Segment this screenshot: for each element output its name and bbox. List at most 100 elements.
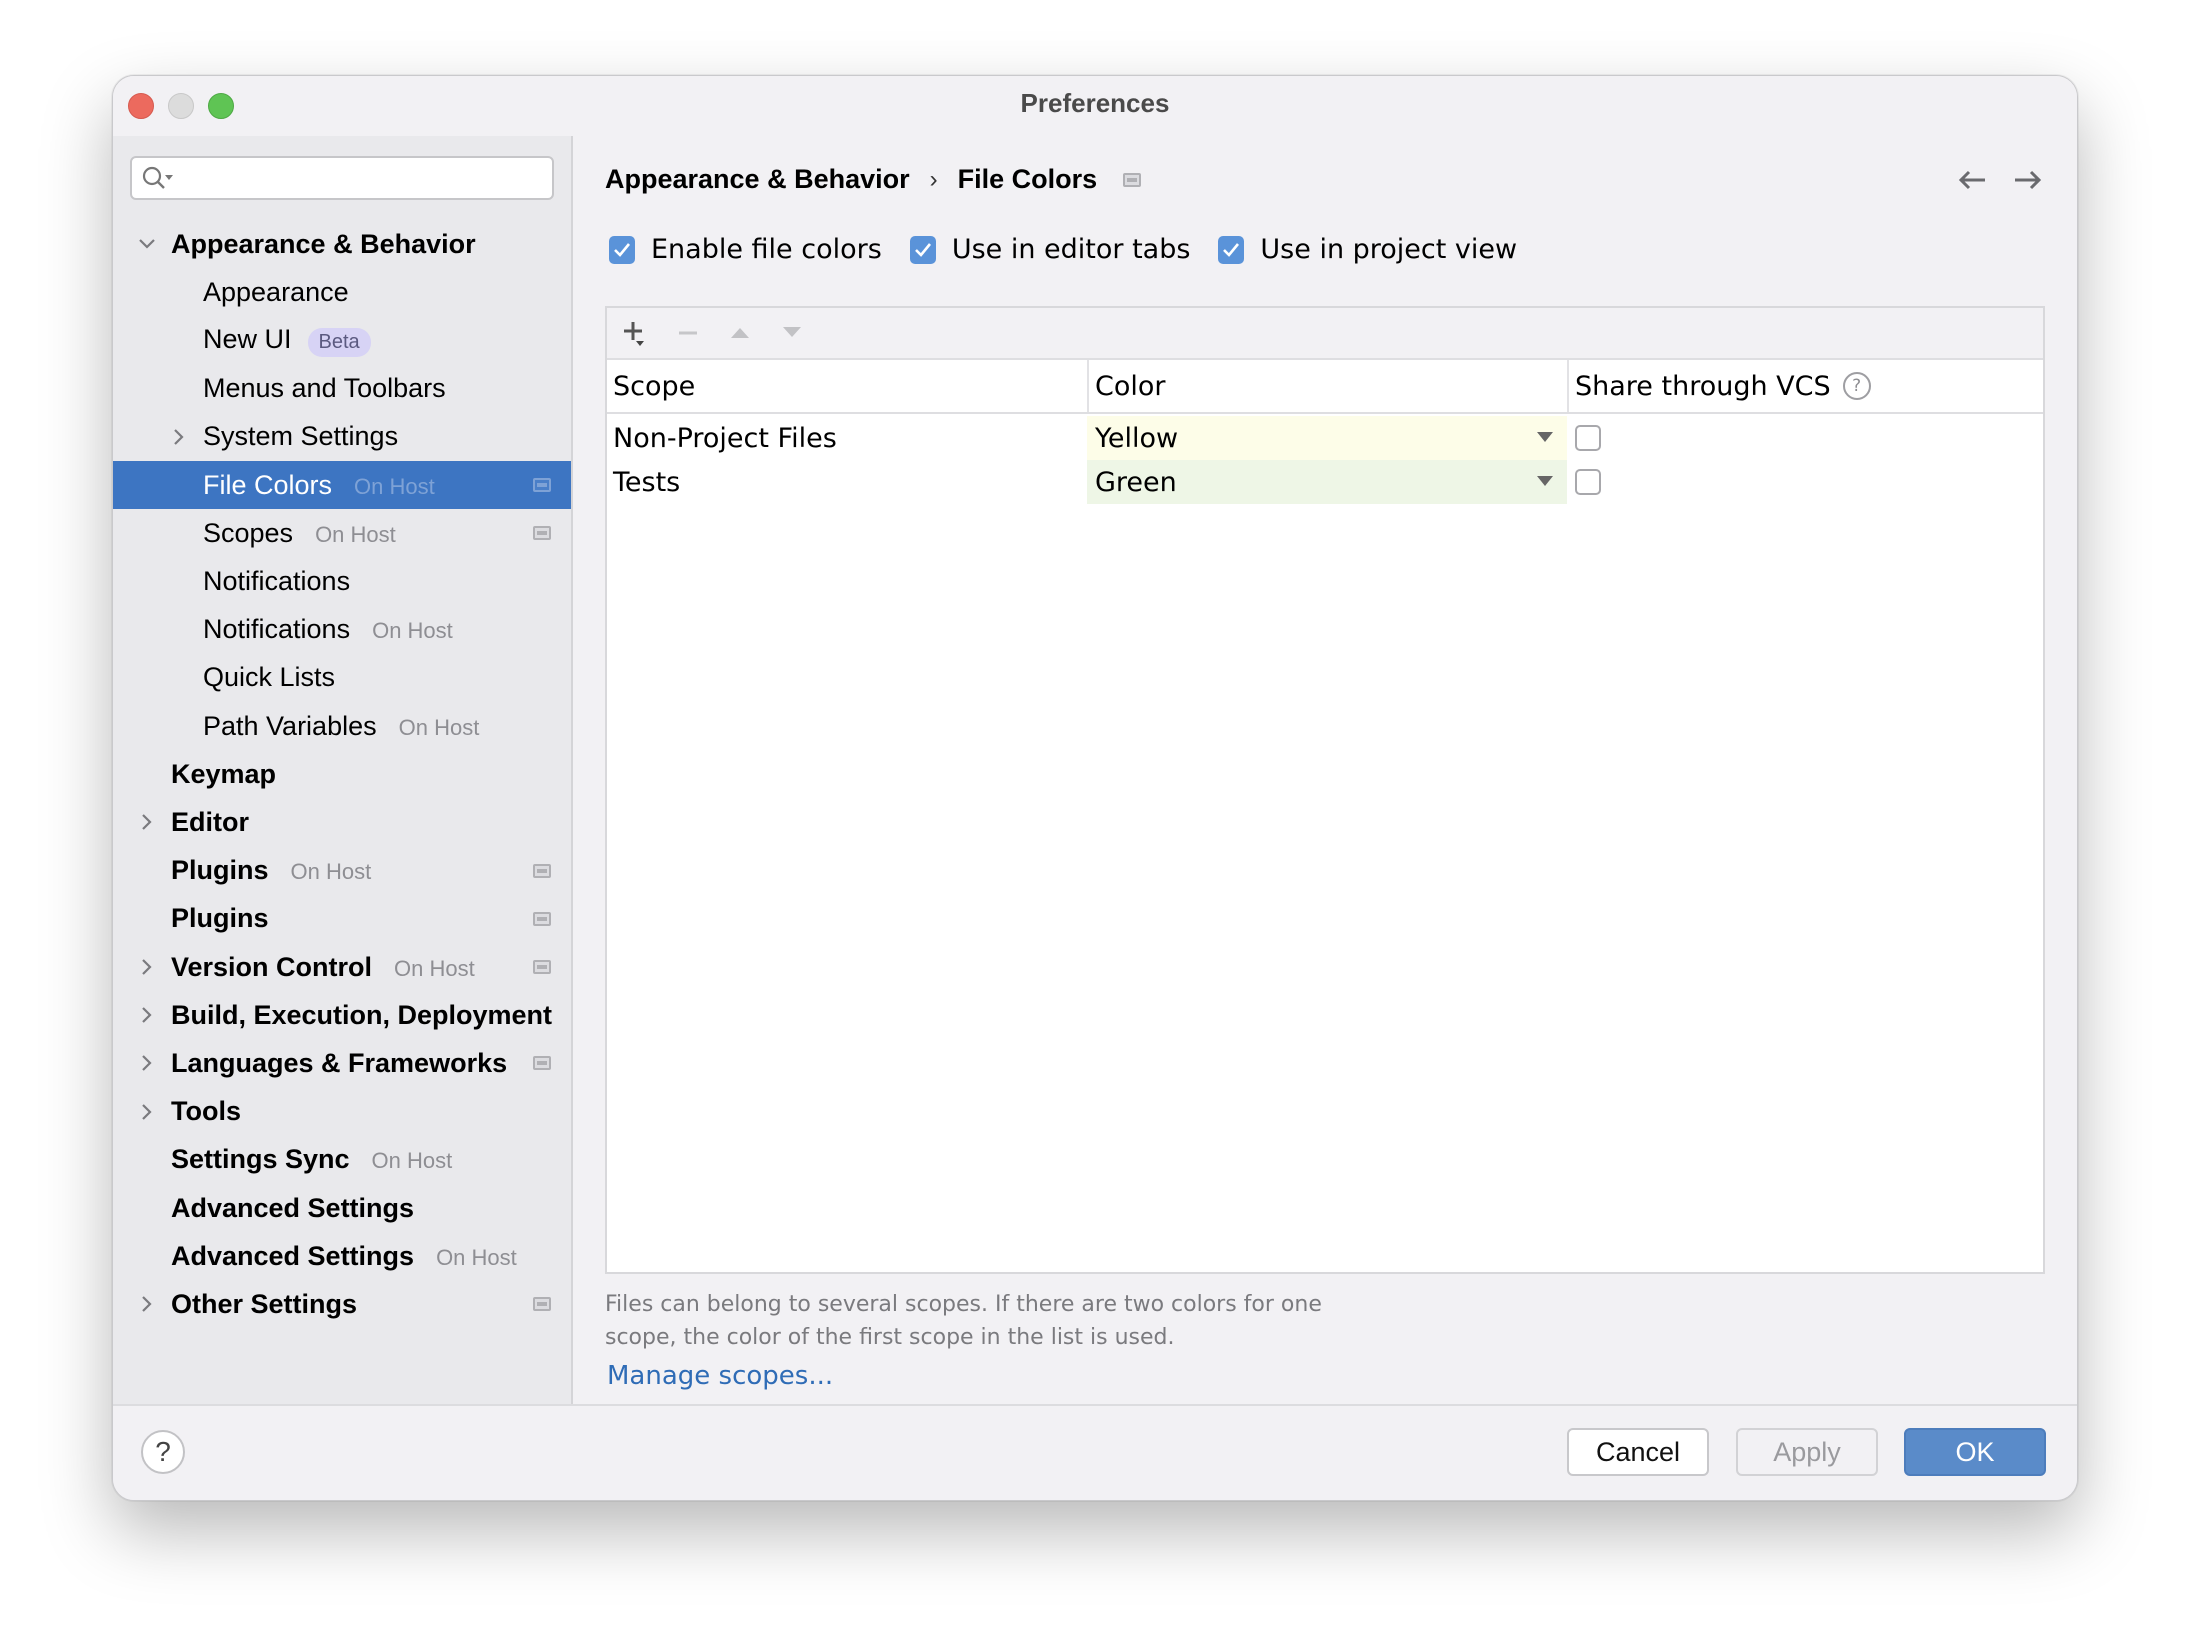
sidebar-item[interactable]: Scopes On Host <box>113 509 571 557</box>
sidebar-item-label: Tools <box>171 1096 241 1127</box>
scope-cell[interactable]: Tests <box>607 460 1087 504</box>
sidebar-item-label: Notifications <box>203 565 351 596</box>
chevron-right-icon[interactable] <box>169 427 189 447</box>
chevron-right-icon[interactable] <box>137 1005 157 1025</box>
on-host-label: On Host <box>315 521 396 547</box>
move-up-icon <box>731 328 749 338</box>
project-level-icon <box>533 478 551 492</box>
sidebar-item[interactable]: Keymap <box>113 750 571 798</box>
manage-scopes-link[interactable]: Manage scopes... <box>607 1361 833 1391</box>
chevron-right-icon[interactable] <box>137 812 157 832</box>
sidebar-item[interactable]: Advanced Settings On Host <box>113 1232 571 1280</box>
sidebar-item[interactable]: Menus and Toolbars <box>113 365 571 413</box>
project-level-icon <box>533 1297 551 1312</box>
sidebar-item-label: Menus and Toolbars <box>203 373 446 404</box>
settings-search-input[interactable] <box>130 156 554 200</box>
apply-button[interactable]: Apply <box>1736 1428 1878 1476</box>
sidebar-item-label: Plugins <box>171 903 269 934</box>
sidebar-item[interactable]: Languages & Frameworks <box>113 1039 571 1087</box>
color-dropdown[interactable]: Green <box>1087 460 1567 504</box>
beta-badge: Beta <box>307 327 371 357</box>
ok-button[interactable]: OK <box>1904 1428 2046 1476</box>
use-in-project-view-checkbox[interactable]: Use in project view <box>1218 234 1517 265</box>
chevron-down-icon[interactable] <box>137 234 157 254</box>
sidebar-item-label: Editor <box>171 806 249 837</box>
table-row[interactable]: Non-Project Files Yellow <box>607 416 2043 460</box>
preferences-window: Preferences Appearance & Behavior Appeara… <box>112 75 2078 1501</box>
table-toolbar <box>607 308 2043 360</box>
column-header-share[interactable]: Share through VCS ? <box>1567 360 2043 412</box>
move-down-icon <box>783 327 801 337</box>
file-color-options: Enable file colors Use in editor tabs Us… <box>609 234 1545 265</box>
sidebar-item-label: Keymap <box>171 758 277 789</box>
enable-file-colors-checkbox[interactable]: Enable file colors <box>609 234 882 265</box>
sidebar-item[interactable]: Plugins <box>113 895 571 943</box>
project-level-icon <box>533 863 551 878</box>
chevron-right-icon[interactable] <box>137 1053 157 1073</box>
sidebar-item-label: Settings Sync <box>171 1144 350 1175</box>
breadcrumb-current: File Colors <box>957 164 1098 194</box>
dropdown-arrow-icon <box>1537 432 1553 442</box>
sidebar-item-label: Advanced Settings <box>171 1192 415 1223</box>
title-bar: Preferences <box>113 76 2077 136</box>
on-host-label: On Host <box>394 955 475 981</box>
sidebar-item[interactable]: Advanced Settings <box>113 1184 571 1232</box>
column-header-share-label: Share through VCS <box>1575 370 1831 402</box>
sidebar-item-label: System Settings <box>203 421 399 452</box>
table-row[interactable]: Tests Green <box>607 460 2043 504</box>
chevron-right-icon[interactable] <box>137 1294 157 1314</box>
scope-cell[interactable]: Non-Project Files <box>607 416 1087 460</box>
column-header-color[interactable]: Color <box>1087 360 1567 412</box>
sidebar-item[interactable]: Path Variables On Host <box>113 702 571 750</box>
breadcrumb-parent[interactable]: Appearance & Behavior <box>605 164 910 195</box>
sidebar-item[interactable]: Settings Sync On Host <box>113 1136 571 1184</box>
project-level-icon <box>1123 172 1142 187</box>
note-line-2: scope, the color of the first scope in t… <box>605 1325 1175 1350</box>
move-down-button[interactable] <box>777 318 807 348</box>
use-in-project-view-label: Use in project view <box>1260 234 1518 265</box>
checkbox-checked-icon <box>609 235 635 264</box>
use-in-editor-tabs-checkbox[interactable]: Use in editor tabs <box>909 234 1190 265</box>
share-vcs-cell <box>1567 416 2043 460</box>
color-dropdown[interactable]: Yellow <box>1087 416 1567 460</box>
dropdown-arrow-icon <box>1537 476 1553 486</box>
column-header-scope[interactable]: Scope <box>607 360 1087 412</box>
sidebar-item[interactable]: File Colors On Host <box>113 461 571 509</box>
sidebar-item-label: Languages & Frameworks <box>171 1047 508 1078</box>
sidebar-item[interactable]: Appearance & Behavior <box>113 220 571 268</box>
sidebar-item[interactable]: Notifications <box>113 557 571 605</box>
add-scope-button[interactable] <box>621 318 651 348</box>
help-icon[interactable]: ? <box>1842 372 1871 400</box>
on-host-label: On Host <box>372 618 453 644</box>
back-arrow-icon[interactable] <box>1957 168 1987 192</box>
cancel-button[interactable]: Cancel <box>1567 1428 1709 1476</box>
sidebar-item[interactable]: Quick Lists <box>113 654 571 702</box>
help-button[interactable]: ? <box>141 1430 185 1474</box>
sidebar-item[interactable]: Version Control On Host <box>113 943 571 991</box>
move-up-button[interactable] <box>725 318 755 348</box>
checkbox-checked-icon <box>1218 235 1245 264</box>
chevron-right-icon[interactable] <box>137 1102 157 1122</box>
on-host-label: On Host <box>398 714 480 740</box>
sidebar-item-label: File Colors <box>203 469 333 500</box>
sidebar-item-label: Quick Lists <box>203 662 336 693</box>
sidebar-item-label: Appearance & Behavior <box>171 228 476 259</box>
share-vcs-checkbox[interactable] <box>1575 469 1601 495</box>
remove-scope-button[interactable] <box>673 318 703 348</box>
on-host-label: On Host <box>290 859 372 885</box>
share-vcs-checkbox[interactable] <box>1575 425 1601 451</box>
sidebar-item[interactable]: New UI Beta <box>113 316 571 364</box>
sidebar-item[interactable]: Other Settings <box>113 1280 571 1328</box>
chevron-right-icon[interactable] <box>137 957 157 977</box>
dialog-footer: ? Cancel Apply OK <box>113 1404 2077 1500</box>
sidebar-item[interactable]: System Settings <box>113 413 571 461</box>
color-value: Green <box>1095 466 1177 498</box>
sidebar-item[interactable]: Notifications On Host <box>113 606 571 654</box>
sidebar-item[interactable]: Appearance <box>113 268 571 316</box>
sidebar-item[interactable]: Plugins On Host <box>113 847 571 895</box>
sidebar-item[interactable]: Editor <box>113 798 571 846</box>
sidebar-item[interactable]: Build, Execution, Deployment <box>113 991 571 1039</box>
sidebar-item-label: Appearance <box>203 276 349 307</box>
sidebar-item[interactable]: Tools <box>113 1088 571 1136</box>
forward-arrow-icon[interactable] <box>2013 168 2043 192</box>
